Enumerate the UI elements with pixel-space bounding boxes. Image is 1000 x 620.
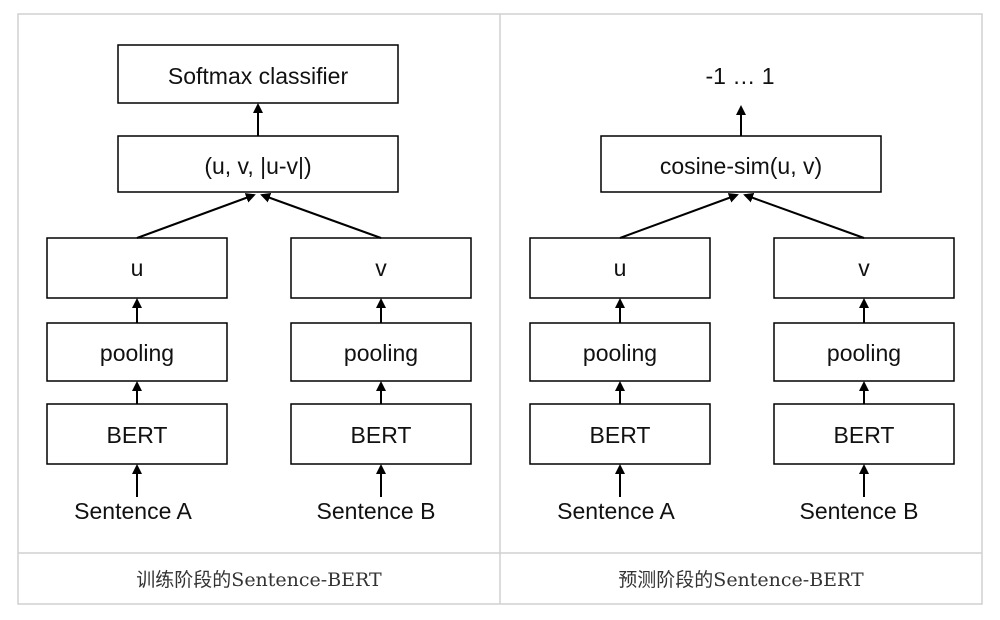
sentence-a-label: Sentence A: [74, 498, 192, 524]
sbert-diagram-figure: Softmax classifier (u, v, |u-v|) u pooli…: [17, 13, 983, 605]
embedding-v-label: v: [858, 255, 870, 281]
cosine-sim-label: cosine-sim(u, v): [660, 153, 822, 179]
embedding-v-label: v: [375, 255, 387, 281]
bert-b-label: BERT: [351, 422, 412, 448]
sentence-b-label: Sentence B: [800, 498, 919, 524]
sentence-a-label: Sentence A: [557, 498, 675, 524]
bert-a-label: BERT: [107, 422, 168, 448]
embedding-u-label: u: [131, 255, 144, 281]
inference-caption: 预测阶段的Sentence-BERT: [618, 569, 864, 591]
sentence-b-label: Sentence B: [317, 498, 436, 524]
bert-a-label: BERT: [590, 422, 651, 448]
bert-b-label: BERT: [834, 422, 895, 448]
embedding-u-label: u: [614, 255, 627, 281]
similarity-range-label: -1 … 1: [705, 63, 774, 89]
pooling-a-label: pooling: [583, 340, 657, 366]
pooling-b-label: pooling: [344, 340, 418, 366]
softmax-classifier-label: Softmax classifier: [168, 63, 349, 89]
pooling-b-label: pooling: [827, 340, 901, 366]
training-caption: 训练阶段的Sentence-BERT: [136, 569, 382, 591]
pooling-a-label: pooling: [100, 340, 174, 366]
concat-label: (u, v, |u-v|): [204, 153, 311, 179]
